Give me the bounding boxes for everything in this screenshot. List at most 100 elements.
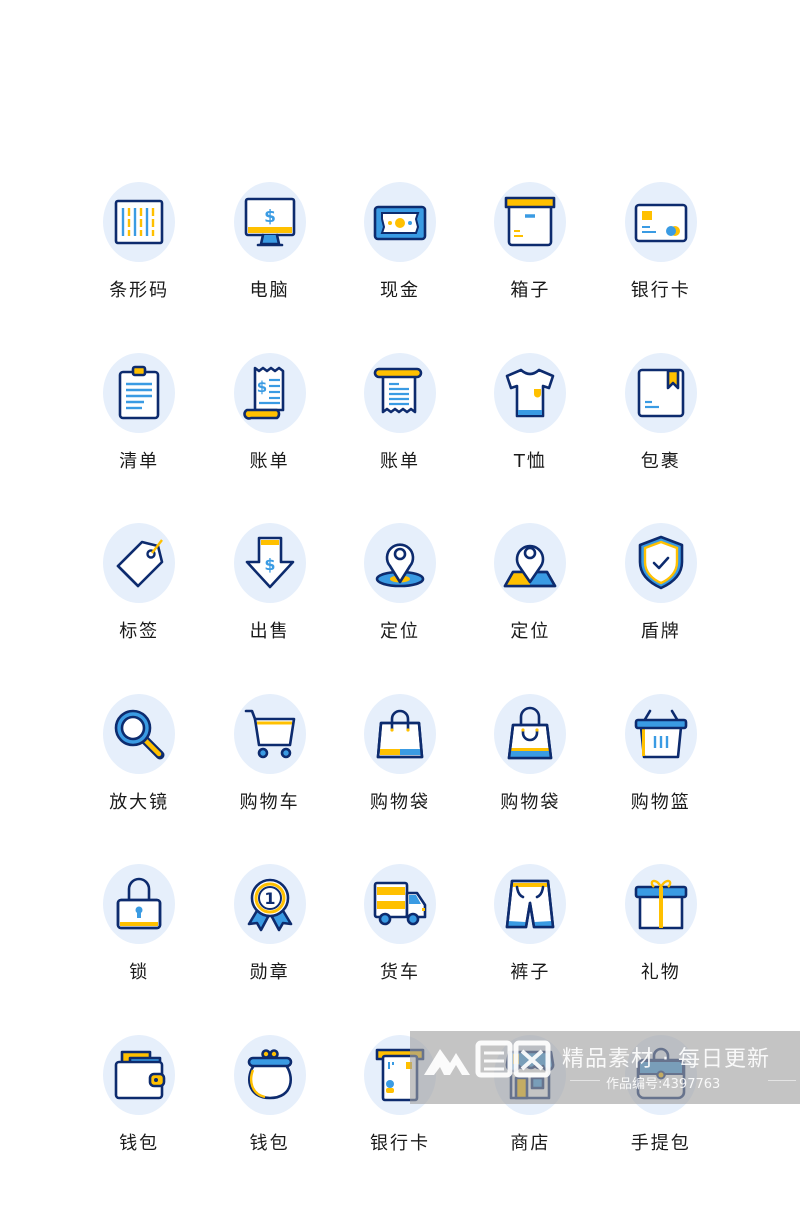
icon-label: 购物车 bbox=[239, 791, 300, 813]
watermark-work-id: 作品编号:4397763 bbox=[606, 1077, 721, 1092]
cash-icon bbox=[373, 205, 427, 241]
icon-label: 手提包 bbox=[630, 1132, 691, 1154]
watermark-divider bbox=[768, 1080, 796, 1081]
watermark-slogan: 精品素材 · 每日更新 bbox=[562, 1047, 770, 1072]
icon-bubble bbox=[494, 864, 567, 944]
icon-tile[interactable]: 货车 bbox=[335, 864, 465, 1035]
icon-bubble bbox=[103, 523, 176, 603]
icon-tile[interactable]: 购物袋 bbox=[465, 693, 595, 865]
icon-tile[interactable]: $ 电脑 bbox=[204, 182, 334, 353]
location-pin-icon bbox=[375, 543, 425, 588]
icon-label: 商店 bbox=[510, 1132, 551, 1154]
icon-tile[interactable]: 锁 bbox=[74, 864, 204, 1035]
icon-tile[interactable]: 盾牌 bbox=[596, 523, 726, 694]
package-icon bbox=[637, 368, 685, 417]
icon-label: 钱包 bbox=[249, 1132, 290, 1154]
icon-bubble bbox=[233, 693, 306, 774]
svg-text:$: $ bbox=[264, 207, 276, 227]
wallet-icon bbox=[114, 1050, 166, 1099]
icon-tile[interactable]: 箱子 bbox=[465, 182, 595, 353]
icon-label: 购物袋 bbox=[500, 791, 561, 813]
icon-bubble bbox=[624, 352, 697, 433]
icon-bubble bbox=[624, 693, 697, 774]
lock-icon bbox=[116, 877, 162, 930]
icon-bubble bbox=[363, 182, 436, 262]
icon-bubble: $ bbox=[233, 523, 306, 603]
icon-label: 出售 bbox=[249, 621, 290, 642]
icon-tile[interactable]: 购物车 bbox=[204, 693, 334, 865]
icon-tile[interactable]: 放大镜 bbox=[74, 693, 204, 865]
icon-tile[interactable]: 现金 bbox=[335, 182, 465, 353]
icon-tile[interactable]: 银行卡 bbox=[596, 182, 726, 353]
sale-arrow-icon: $ bbox=[245, 536, 294, 589]
icon-bubble bbox=[233, 1034, 306, 1115]
icon-label: 包裹 bbox=[640, 450, 681, 472]
icon-label: 箱子 bbox=[510, 280, 551, 301]
icon-label: 银行卡 bbox=[630, 280, 691, 301]
icon-label: 锁 bbox=[129, 962, 150, 983]
svg-text:$: $ bbox=[256, 378, 266, 396]
icon-label: 银行卡 bbox=[369, 1132, 430, 1154]
icon-bubble bbox=[103, 693, 176, 774]
bank-card-icon bbox=[634, 203, 688, 243]
icon-tile[interactable]: 钱包 bbox=[74, 1034, 204, 1205]
receipt-dollar-icon: $ bbox=[242, 366, 284, 420]
icon-label: 裤子 bbox=[510, 962, 551, 983]
icon-tile[interactable]: 购物篮 bbox=[596, 693, 726, 865]
icon-label: 现金 bbox=[379, 280, 420, 301]
icon-tile[interactable]: 定位 bbox=[465, 523, 595, 694]
icon-tile[interactable]: 账单 bbox=[335, 352, 465, 524]
icon-bubble bbox=[624, 864, 697, 944]
shopping-cart-icon bbox=[244, 709, 295, 758]
icon-label: 定位 bbox=[510, 621, 551, 642]
icon-bubble bbox=[363, 352, 436, 433]
icon-tile[interactable]: 定位 bbox=[335, 523, 465, 694]
svg-text:1: 1 bbox=[264, 889, 275, 908]
icon-bubble bbox=[494, 182, 567, 262]
bill-scroll-icon bbox=[373, 367, 423, 413]
icon-tile[interactable]: 1 勋章 bbox=[204, 864, 334, 1035]
clipboard-icon bbox=[118, 365, 160, 419]
icon-tile[interactable]: 条形码 bbox=[74, 182, 204, 353]
icon-label: 货车 bbox=[379, 962, 420, 983]
icon-label: 清单 bbox=[119, 450, 160, 472]
watermark-overlay: 精品素材 · 每日更新 作品编号:4397763 bbox=[410, 1031, 800, 1104]
icon-label: T恤 bbox=[513, 450, 547, 472]
icon-bubble bbox=[363, 864, 436, 944]
icon-label: 定位 bbox=[379, 621, 420, 642]
icon-bubble bbox=[103, 182, 176, 262]
icon-bubble bbox=[624, 523, 697, 603]
icon-label: 条形码 bbox=[109, 280, 170, 301]
icon-label: 钱包 bbox=[119, 1132, 160, 1154]
icon-tile[interactable]: 裤子 bbox=[465, 864, 595, 1035]
icon-label: 勋章 bbox=[249, 962, 290, 983]
shopping-bag-alt-icon bbox=[508, 706, 553, 759]
svg-text:$: $ bbox=[264, 555, 275, 574]
icon-label: 账单 bbox=[249, 450, 290, 472]
icon-tile[interactable]: T恤 bbox=[465, 352, 595, 524]
watermark-logo-icon bbox=[424, 1040, 551, 1078]
icon-bubble bbox=[103, 352, 176, 433]
tshirt-icon bbox=[506, 368, 555, 417]
icon-tile[interactable]: $ 账单 bbox=[204, 352, 334, 524]
icon-label: 购物篮 bbox=[630, 791, 691, 813]
shopping-basket-icon bbox=[634, 709, 688, 758]
icon-tile[interactable]: 清单 bbox=[74, 352, 204, 524]
icon-tile[interactable]: 礼物 bbox=[596, 864, 726, 1035]
icon-tile[interactable]: 购物袋 bbox=[335, 693, 465, 865]
icon-bubble: $ bbox=[233, 352, 306, 433]
icon-tile[interactable]: 钱包 bbox=[204, 1034, 334, 1205]
gift-icon bbox=[634, 879, 688, 930]
icon-label: 盾牌 bbox=[640, 621, 681, 642]
icon-tile[interactable]: 包裹 bbox=[596, 352, 726, 524]
magnifier-icon bbox=[114, 709, 165, 759]
coin-purse-icon bbox=[247, 1048, 292, 1099]
icon-label: 放大镜 bbox=[109, 791, 170, 813]
icon-tile[interactable]: $ 出售 bbox=[204, 523, 334, 694]
icon-bubble bbox=[363, 693, 436, 774]
icon-bubble bbox=[103, 864, 176, 944]
shield-check-icon bbox=[638, 535, 684, 590]
price-tag-icon bbox=[116, 539, 164, 588]
icon-bubble bbox=[494, 352, 567, 433]
icon-tile[interactable]: 标签 bbox=[74, 523, 204, 694]
